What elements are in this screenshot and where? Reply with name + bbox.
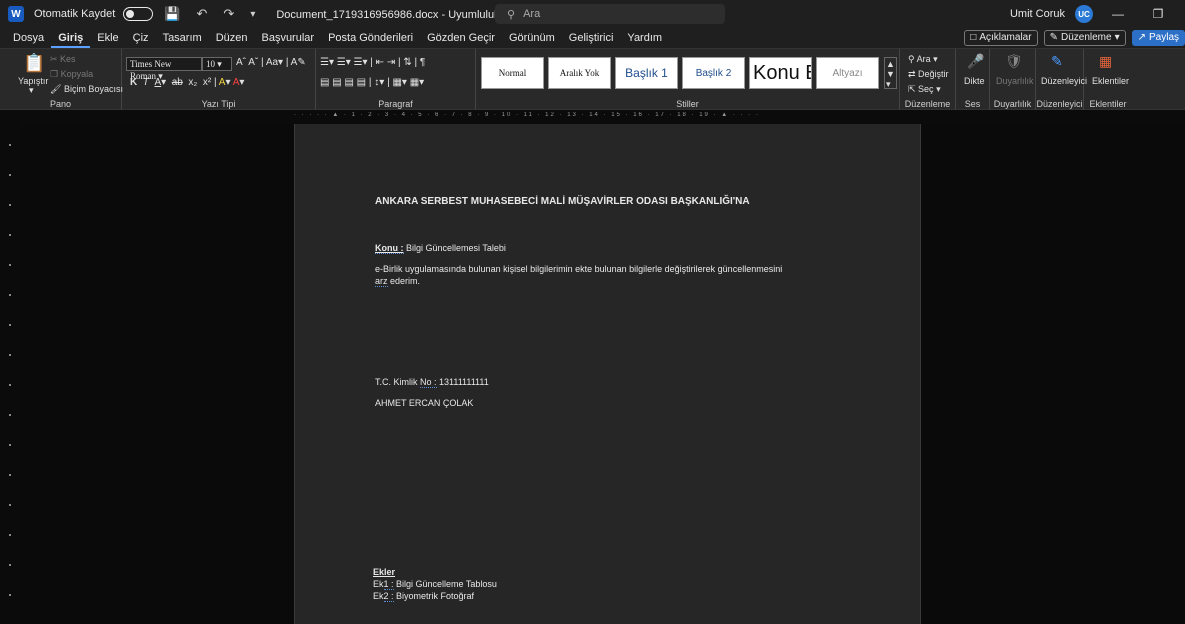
share-icon: ↗ [1137,32,1146,43]
copy-button[interactable]: ❐ Kopyala [50,69,93,80]
vertical-ruler[interactable] [0,124,20,624]
replace-button[interactable]: ⇄ Değiştir [908,69,949,80]
tab-references[interactable]: Başvurular [254,28,321,48]
tab-home[interactable]: Giriş [51,28,91,48]
autosave-toggle[interactable] [123,7,154,21]
paragraph-group: ☰▾ ☰▾ ☰▾ | ⇤ ⇥ | ⇅ | ¶ ▤ ▤ ▤ ▤ | ↕▾ | ▦▾… [316,49,476,111]
addins-button[interactable]: Eklentiler [1092,76,1129,86]
addins-label: Eklentiler [1089,99,1127,109]
tab-insert[interactable]: Ekle [90,28,125,48]
styles-scroll-icon[interactable]: ▲ ▼ ▾ [884,57,897,89]
search-placeholder: Ara [523,8,541,20]
attachment-2: Ek2 : Biyometrik Fotoğraf [373,591,475,602]
font-group: Times New Roman ▾ 10 ▾ Aˆ Aˇ | Aa▾ | A✎ … [122,49,316,111]
restore-button[interactable]: ❐ [1143,7,1173,21]
tab-view[interactable]: Görünüm [502,28,562,48]
share-button[interactable]: ↗ Paylaş [1131,30,1185,46]
style-no-spacing[interactable]: Aralık Yok [548,57,611,89]
editing-mode-button[interactable]: ✎ Düzenleme ▾ [1043,30,1126,46]
pen-icon: ✎ [1049,32,1058,43]
styles-label: Stiller [676,99,699,109]
search-icon: ⚲ [507,8,516,21]
list-buttons[interactable]: ☰▾ ☰▾ ☰▾ | ⇤ ⇥ | ⇅ | ¶ [320,57,425,68]
voice-label: Ses [964,99,981,109]
editor-label: Düzenleyici [1036,99,1083,109]
voice-group: 🎤 Dikte Ses [956,49,990,111]
font-format-toolbar[interactable]: K T A▾ ab x₂ x² | A▾ A▾ [130,77,244,88]
sensitivity-button[interactable]: Duyarlılık [996,76,1034,86]
editor-group: ✎ Düzenleyici Düzenleyici [1036,49,1087,111]
paste-dropdown-icon[interactable]: ▾ [29,85,34,96]
grow-font-icon[interactable]: Aˆ Aˇ | Aa▾ | A✎ [236,57,306,68]
select-button[interactable]: ⇱ Seç ▾ [908,84,941,95]
sensitivity-label: Duyarlılık [993,99,1032,109]
tab-design[interactable]: Tasarım [156,28,209,48]
undo-icon[interactable]: ↶ [192,6,213,22]
customize-toolbar-icon[interactable]: ▾ [245,9,260,20]
format-painter-button[interactable]: 🖌 Biçim Boyacısı [50,84,123,95]
style-subtitle[interactable]: Altyazı [816,57,879,89]
tab-developer[interactable]: Geliştirici [562,28,621,48]
tab-mailings[interactable]: Posta Gönderileri [321,28,420,48]
user-name[interactable]: Umit Coruk [1010,8,1065,20]
tab-help[interactable]: Yardım [620,28,669,48]
attachment-1: Ek1 : Bilgi Güncelleme Tablosu [373,579,497,590]
ribbon: 📋 Yapıştır ▾ ✂ Kes ❐ Kopyala 🖌 Biçim Boy… [0,48,1185,111]
font-label: Yazı Tipi [201,99,236,109]
font-size-select[interactable]: 10 ▾ [202,57,232,71]
comment-icon: □ [970,32,977,43]
addins-icon[interactable]: ▦ [1099,53,1112,70]
font-name-select[interactable]: Times New Roman ▾ [126,57,202,81]
align-buttons[interactable]: ▤ ▤ ▤ ▤ | ↕▾ | ▦▾ ▦▾ [320,77,424,88]
ruler-scale: · · · · · ▲ · 1 · 2 · 3 · 4 · 5 · 6 · 7 … [294,112,760,118]
body-line-1: e-Birlik uygulamasında bulunan kişisel b… [375,264,783,274]
word-logo-icon: W [8,6,24,22]
editing-label: Düzenleme [904,99,951,109]
sensitivity-icon[interactable]: 🛡 [1005,53,1023,70]
search-box[interactable]: ⚲ Ara [495,4,725,24]
style-heading-1[interactable]: Başlık 1 [615,57,678,89]
save-icon[interactable]: 💾 [159,6,185,22]
body-line-2: arz ederim. [375,276,421,287]
tab-review[interactable]: Gözden Geçir [420,28,502,48]
document-page[interactable]: ANKARA SERBEST MUHASEBECİ MALİ MÜŞAVİRLE… [294,124,921,624]
microphone-icon[interactable]: 🎤 [967,53,984,70]
autosave-label: Otomatik Kaydet [34,8,116,20]
editing-group: ⚲ Ara ▾ ⇄ Değiştir ⇱ Seç ▾ Düzenleme [900,49,956,111]
comments-button[interactable]: □ Açıklamalar [964,30,1038,46]
redo-icon[interactable]: ↷ [218,6,239,22]
subject-line: Konu : Bilgi Güncellemesi Talebi [375,243,506,254]
clipboard-group: 📋 Yapıştır ▾ ✂ Kes ❐ Kopyala 🖌 Biçim Boy… [0,49,123,111]
clipboard-label: Pano [49,99,72,109]
menu-bar: Dosya Giriş Ekle Çiz Tasarım Düzen Başvu… [0,28,1185,48]
style-normal[interactable]: Normal [481,57,544,89]
tab-layout[interactable]: Düzen [209,28,255,48]
addins-group: ▦ Eklentiler Eklentiler [1084,49,1132,111]
sensitivity-group: 🛡 Duyarlılık Duyarlılık [990,49,1036,111]
style-heading-2[interactable]: Başlık 2 [682,57,745,89]
signer-name: AHMET ERCAN ÇOLAK [375,398,474,408]
style-title[interactable]: Konu B [749,57,812,89]
dictate-button[interactable]: Dikte [964,76,985,86]
document-heading: ANKARA SERBEST MUHASEBECİ MALİ MÜŞAVİRLE… [375,196,750,207]
horizontal-ruler[interactable]: L · · · · · ▲ · 1 · 2 · 3 · 4 · 5 · 6 · … [0,110,1185,232]
title-bar: W Otomatik Kaydet 💾 ↶ ↷ ▾ Document_17193… [0,0,1185,28]
find-button[interactable]: ⚲ Ara ▾ [908,54,938,65]
paragraph-label: Paragraf [378,99,413,109]
paste-icon[interactable]: 📋 [23,53,45,74]
tc-number-line: T.C. Kimlik No : 13111111111 [375,377,489,388]
avatar[interactable]: UC [1075,5,1093,23]
minimize-button[interactable]: — [1103,7,1133,21]
tab-draw[interactable]: Çiz [126,28,156,48]
attachments-title: Ekler [373,567,396,577]
editor-button[interactable]: Düzenleyici [1041,76,1087,86]
tab-file[interactable]: Dosya [6,28,51,48]
cut-button[interactable]: ✂ Kes [50,54,76,65]
editor-icon[interactable]: ✎ [1051,53,1063,70]
